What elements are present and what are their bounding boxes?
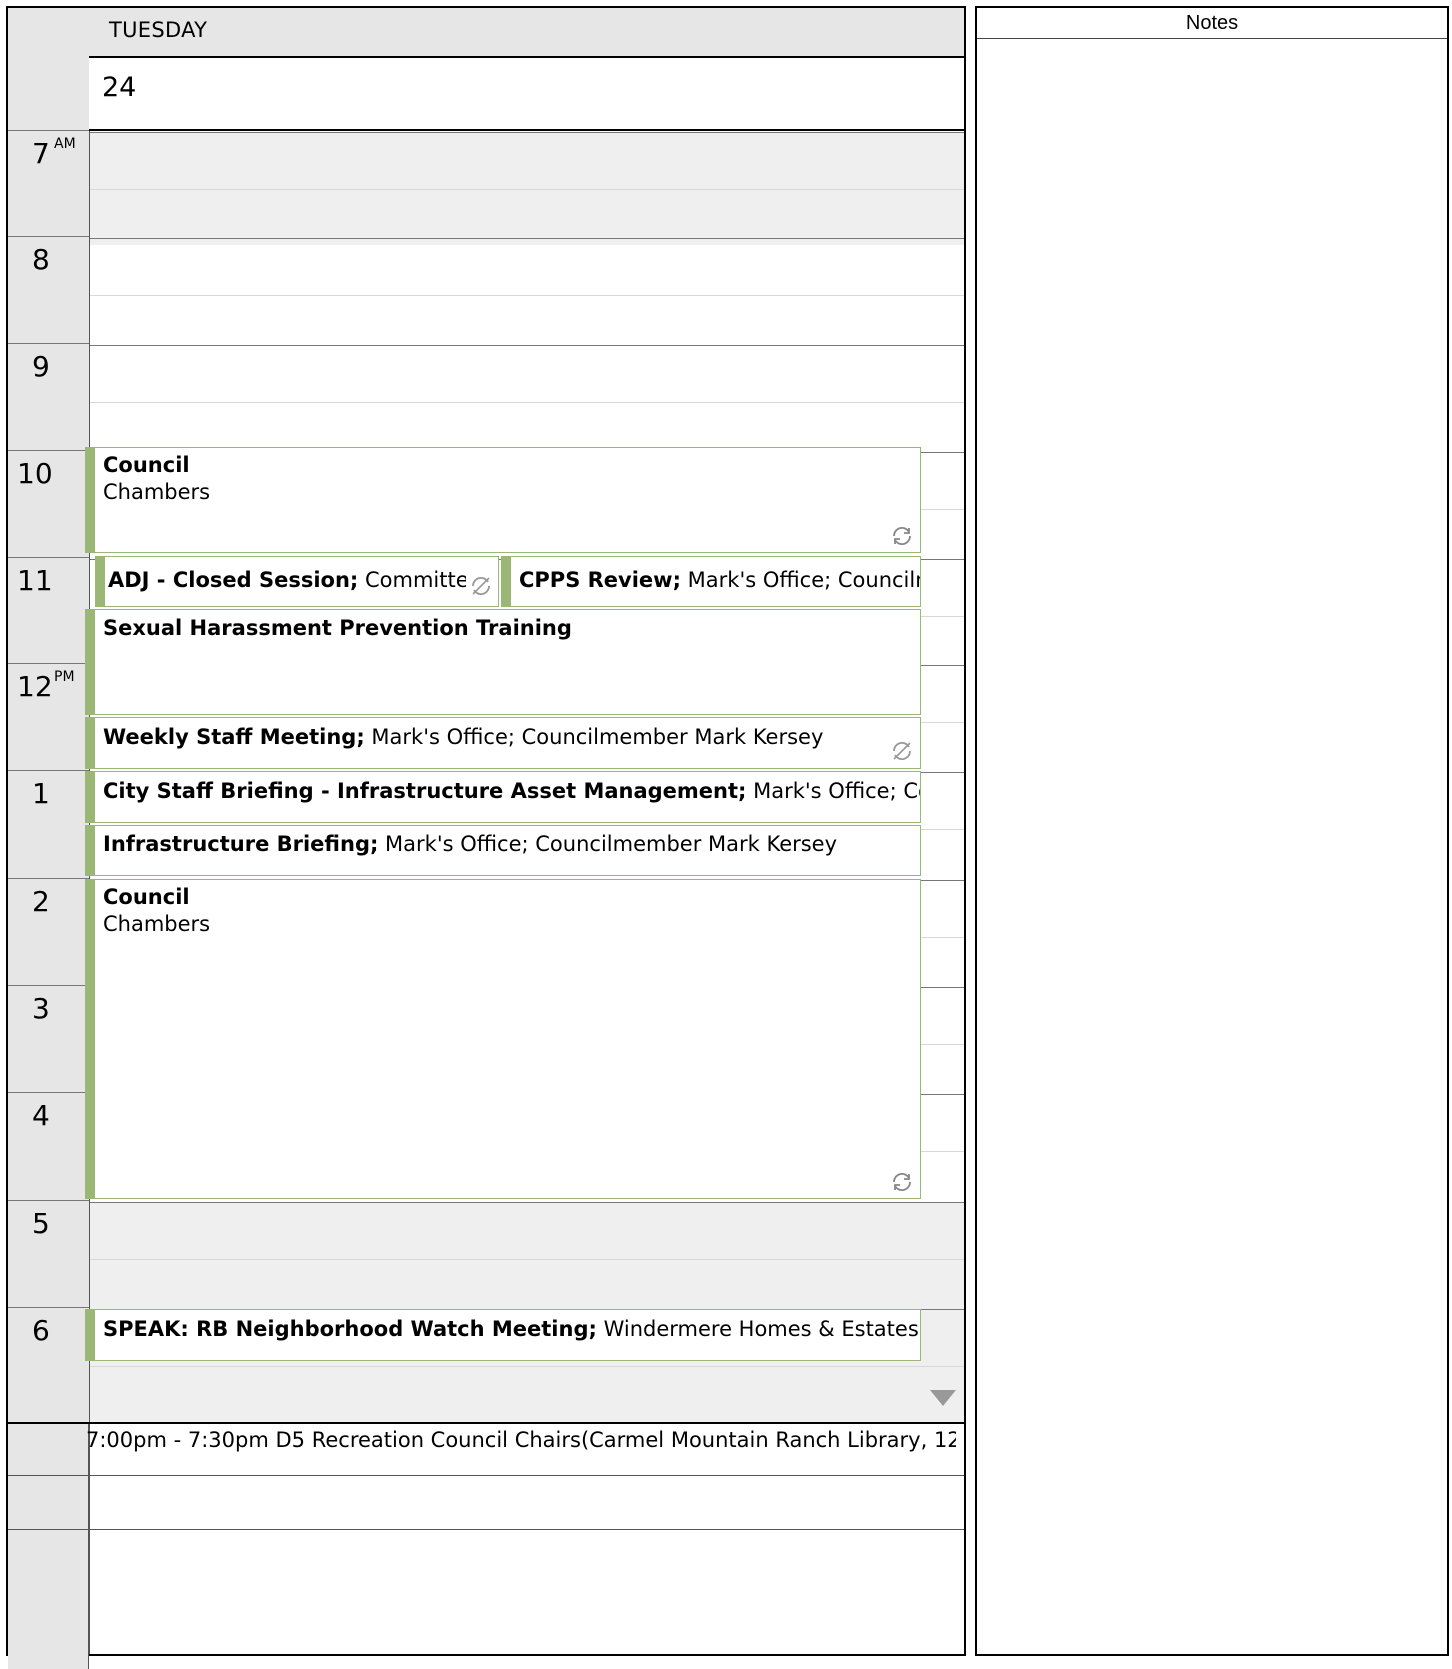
event-detail: Mark's Office; Councilmember	[687, 568, 920, 592]
event-title: City Staff Briefing - Infrastructure Ass…	[103, 779, 747, 803]
event-title: SPEAK: RB Neighborhood Watch Meeting;	[103, 1317, 597, 1341]
event-title: Sexual Harassment Prevention Training	[103, 616, 572, 640]
event-infrastructure-briefing[interactable]: Infrastructure Briefing; Mark's Office; …	[85, 825, 921, 876]
date-row: 24	[89, 58, 964, 131]
recurrence-icon	[893, 526, 911, 546]
hour-label: 10	[8, 450, 89, 563]
overflow-item: 7:00pm - 7:30pm D5 Recreation Council Ch…	[86, 1428, 956, 1452]
date-number: 24	[102, 72, 137, 103]
event-council-pm[interactable]: Council Chambers	[85, 879, 921, 1199]
event-detail: Windermere Homes & Estates, 16783 Bernar	[603, 1317, 920, 1341]
recurrence-exception-icon	[472, 576, 490, 596]
hour-label: 4	[8, 1092, 89, 1205]
hour-label: 3	[8, 985, 89, 1098]
event-council-am[interactable]: Council Chambers	[85, 447, 921, 553]
event-speak-neighborhood-watch[interactable]: SPEAK: RB Neighborhood Watch Meeting; Wi…	[85, 1309, 921, 1361]
hour-slot[interactable]	[90, 345, 964, 458]
event-location: Chambers	[103, 480, 211, 504]
hour-label: 5	[8, 1200, 89, 1313]
hour-label: 6	[8, 1307, 89, 1420]
event-adj-closed-session[interactable]: ADJ - Closed Session; Committee Room	[95, 556, 499, 607]
overflow-row[interactable]: 7:00pm - 7:30pm D5 Recreation Council Ch…	[8, 1422, 964, 1477]
overflow-row[interactable]	[8, 1529, 964, 1669]
hour-label: 2	[8, 878, 89, 991]
hour-slot[interactable]	[90, 238, 964, 351]
day-header: TUESDAY	[89, 8, 964, 58]
event-title: Council	[103, 885, 190, 909]
event-detail: Mark's Office; Councilmember Mark Kersey	[364, 725, 824, 749]
event-city-staff-briefing[interactable]: City Staff Briefing - Infrastructure Ass…	[85, 771, 921, 823]
day-view-panel: TUESDAY 24 7 AM 8 9 10 11 12 PM 1 2 3 4 …	[6, 6, 966, 1669]
overflow-row[interactable]	[8, 1475, 964, 1530]
event-detail: Committee Room	[364, 568, 466, 592]
event-title: Infrastructure Briefing;	[103, 832, 379, 856]
hour-label: 1	[8, 770, 89, 883]
hour-label: 9	[8, 343, 89, 456]
event-weekly-staff-meeting[interactable]: Weekly Staff Meeting; Mark's Office; Cou…	[85, 717, 921, 769]
event-title: CPPS Review;	[519, 568, 681, 592]
event-harassment-training[interactable]: Sexual Harassment Prevention Training	[85, 609, 921, 715]
notes-title: Notes	[977, 8, 1447, 39]
event-cpps-review[interactable]: CPPS Review; Mark's Office; Councilmembe…	[501, 556, 921, 607]
event-detail: Mark's Office; Councilmember M	[753, 779, 920, 803]
event-detail: Mark's Office; Councilmember Mark Kersey	[378, 832, 838, 856]
more-events-arrow-icon[interactable]	[930, 1390, 956, 1406]
hour-slot[interactable]	[90, 1202, 964, 1315]
notes-panel[interactable]: Notes	[975, 6, 1449, 1656]
hour-label: 8	[8, 236, 89, 349]
event-title: Weekly Staff Meeting;	[103, 725, 365, 749]
event-title: ADJ - Closed Session;	[108, 568, 359, 592]
day-name: TUESDAY	[109, 18, 208, 42]
recurrence-exception-icon	[893, 741, 911, 761]
hour-slot[interactable]	[90, 132, 964, 245]
event-location: Chambers	[103, 912, 211, 936]
hour-label: 7 AM	[8, 130, 89, 243]
event-title: Council	[103, 453, 190, 477]
overflow-list: 7:00pm - 7:30pm D5 Recreation Council Ch…	[8, 1422, 964, 1669]
hour-label: 12 PM	[8, 663, 89, 776]
recurrence-icon	[893, 1172, 911, 1192]
hour-label: 11	[8, 557, 89, 670]
